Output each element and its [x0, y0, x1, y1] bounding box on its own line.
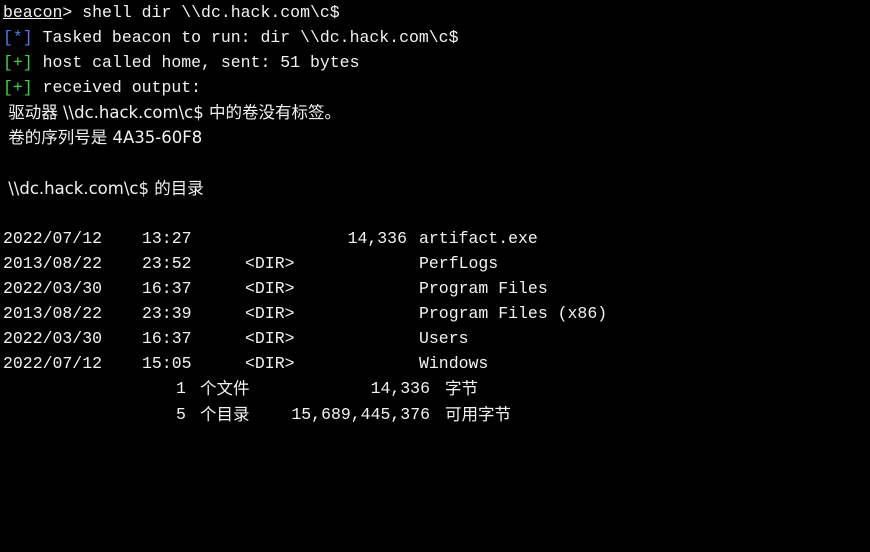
summary-count: 5	[176, 404, 186, 424]
status-message-text: host called home, sent: 51 bytes	[32, 53, 360, 73]
entry-time: 16:37	[142, 279, 192, 299]
summary-unit: 字节	[445, 379, 478, 399]
output-text: 驱动器 \\dc.hack.com\c$ 中的卷没有标签。	[3, 103, 341, 123]
status-message: [*] Tasked beacon to run: dir \\dc.hack.…	[0, 25, 870, 50]
summary-dirs: 5 个目录 15,689,445,376 可用字节	[0, 402, 870, 427]
entry-dir-flag: <DIR>	[245, 329, 295, 349]
entry-time: 23:39	[142, 304, 192, 324]
info-tag: [*]	[3, 28, 33, 48]
success-tag: [+]	[3, 78, 33, 98]
summary-size: 15,689,445,376	[291, 404, 430, 424]
output-text: \\dc.hack.com\c$ 的目录	[3, 178, 204, 198]
directory-entry: 2022/07/12 13:27 14,336 artifact.exe	[0, 226, 870, 251]
entry-date: 2022/07/12	[3, 228, 103, 248]
entry-name: Program Files	[419, 279, 548, 299]
entry-dir-flag: <DIR>	[245, 304, 295, 324]
entry-date: 2013/08/22	[3, 304, 103, 324]
status-message: [+] received output:	[0, 75, 870, 100]
directory-entry: 2022/03/30 16:37 <DIR> Program Files	[0, 276, 870, 301]
entry-time: 16:37	[142, 329, 192, 349]
entry-time: 13:27	[142, 228, 192, 248]
entry-dir-flag: <DIR>	[245, 279, 295, 299]
directory-entry: 2022/03/30 16:37 <DIR> Users	[0, 326, 870, 351]
summary-size: 14,336	[370, 379, 430, 399]
entry-dir-flag: <DIR>	[245, 253, 295, 273]
directory-header-line: \\dc.hack.com\c$ 的目录	[0, 176, 870, 201]
directory-entry: 2013/08/22 23:39 <DIR> Program Files (x8…	[0, 301, 870, 326]
volume-label-line: 驱动器 \\dc.hack.com\c$ 中的卷没有标签。	[0, 100, 870, 125]
prompt-command: shell dir \\dc.hack.com\c$	[72, 3, 340, 22]
entry-dir-flag: <DIR>	[245, 354, 295, 374]
summary-files: 1 个文件 14,336 字节	[0, 376, 870, 401]
output-text: 卷的序列号是 4A35-60F8	[3, 128, 203, 148]
entry-time: 23:52	[142, 253, 192, 273]
entry-date: 2022/03/30	[3, 279, 103, 299]
status-message-text: received output:	[32, 78, 202, 98]
entry-size: 14,336	[347, 228, 407, 248]
summary-count: 1	[176, 379, 186, 399]
prompt-symbol: >	[62, 3, 73, 22]
serial-number-line: 卷的序列号是 4A35-60F8	[0, 125, 870, 150]
terminal-window[interactable]: beacon> shell dir \\dc.hack.com\c$ [*] T…	[0, 0, 870, 445]
entry-date: 2013/08/22	[3, 253, 103, 273]
success-tag: [+]	[3, 53, 33, 73]
entry-name: Windows	[419, 354, 489, 374]
directory-entry: 2013/08/22 23:52 <DIR> PerfLogs	[0, 251, 870, 276]
entry-time: 15:05	[142, 354, 192, 374]
entry-name: Program Files (x86)	[419, 304, 608, 324]
summary-unit: 可用字节	[445, 404, 511, 424]
prompt-name: beacon	[3, 3, 63, 22]
prompt-line: beacon> shell dir \\dc.hack.com\c$	[0, 0, 870, 25]
status-message: [+] host called home, sent: 51 bytes	[0, 50, 870, 75]
status-message-text: Tasked beacon to run: dir \\dc.hack.com\…	[32, 28, 459, 48]
summary-label: 个目录	[200, 404, 250, 424]
entry-date: 2022/03/30	[3, 329, 103, 349]
directory-entry: 2022/07/12 15:05 <DIR> Windows	[0, 351, 870, 376]
entry-name: artifact.exe	[419, 228, 538, 248]
entry-date: 2022/07/12	[3, 354, 103, 374]
entry-name: Users	[419, 329, 469, 349]
summary-label: 个文件	[200, 379, 250, 399]
entry-name: PerfLogs	[419, 253, 499, 273]
